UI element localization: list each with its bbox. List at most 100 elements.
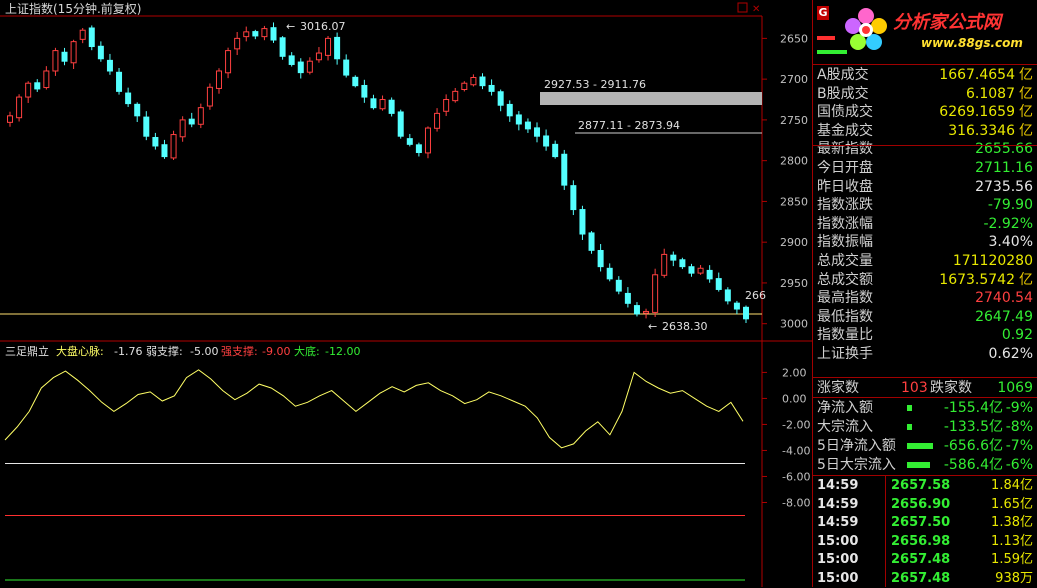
candle	[215, 70, 222, 89]
market-sidebar: G 分析家公式网 www.88gs.com A股成交 1667.4654 亿 B股成交…	[812, 0, 1037, 587]
candle	[606, 267, 613, 280]
up-count-label: 涨家数	[817, 380, 859, 396]
p1-label: 大盘心脉:	[56, 344, 104, 358]
flow-label: 5日净流入额	[817, 438, 896, 454]
candle	[479, 76, 486, 87]
high-annot: 3016.07	[300, 20, 346, 33]
candle	[579, 209, 586, 235]
stat-row: 基金成交 316.3346 亿	[815, 122, 1033, 140]
candle	[643, 310, 650, 314]
stat-value: 6.1087	[966, 85, 1015, 102]
divider	[813, 397, 1037, 398]
stat-row: 昨日收盘 2735.56	[815, 178, 1033, 196]
stat-value: 2740.54	[975, 290, 1033, 307]
tick-price: 2657.48	[891, 570, 951, 586]
candle	[170, 134, 177, 159]
flow-value: -586.4亿	[943, 457, 1003, 473]
candle	[652, 274, 659, 313]
indicator-tick-label: -8.00	[782, 496, 810, 509]
stat-label: 指数涨跌	[817, 197, 873, 214]
price-tick-label: 2950	[780, 277, 808, 290]
candle	[225, 50, 232, 74]
candle	[97, 45, 104, 60]
tick-volume: 938万	[995, 570, 1033, 586]
stat-row: 指数量比 0.92	[815, 326, 1033, 344]
candle	[534, 127, 541, 137]
candle	[197, 107, 204, 125]
tick-price: 2656.90	[891, 496, 951, 512]
tick-volume: 1.59亿	[991, 552, 1033, 567]
logo-text: 分析家公式网	[893, 12, 1001, 33]
candle	[679, 259, 686, 268]
zone2-label: 2877.11 - 2873.94	[578, 119, 680, 132]
flow-bar	[907, 443, 933, 449]
stat-unit: 亿	[1019, 271, 1033, 288]
candle	[452, 90, 459, 102]
candle	[415, 144, 422, 154]
low-annot: 2638.30	[662, 320, 708, 333]
candle	[497, 91, 504, 106]
stat-row: 最低指数 2647.49	[815, 308, 1033, 326]
candle	[443, 99, 450, 112]
candle	[615, 279, 622, 292]
divider	[813, 377, 1037, 378]
tick-time: 15:00	[817, 552, 859, 567]
candle	[106, 59, 113, 72]
logo-area: G 分析家公式网 www.88gs.com	[813, 0, 1037, 62]
candle	[506, 103, 513, 117]
flow-row: 5日净流入额 -656.6亿 -7%	[815, 437, 1033, 455]
stat-row: 指数涨幅 -2.92%	[815, 215, 1033, 233]
candle	[388, 99, 395, 114]
stat-row: 指数振幅 3.40%	[815, 233, 1033, 251]
gauge-bar-red	[817, 36, 835, 40]
stat-label: 最新指数	[817, 141, 873, 158]
pulse-line	[4, 369, 744, 449]
candle	[588, 232, 595, 251]
tick-time: 15:00	[817, 533, 859, 549]
candle	[515, 114, 522, 125]
indicator-tick-label: -2.00	[782, 418, 810, 431]
close-icon[interactable]: ✕	[752, 4, 760, 15]
tick-price: 2657.58	[891, 478, 951, 493]
stat-label: 指数振幅	[817, 234, 873, 251]
tick-price: 2656.98	[891, 533, 951, 549]
tick-row: 14:59 2656.90 1.65亿	[815, 496, 1033, 514]
last-price-tag: 266	[745, 289, 766, 302]
chart-area[interactable]: 上证指数(15分钟.前复权) ✕ 3000 2950 2900 2850 2800 275…	[0, 0, 812, 587]
tick-row: 14:59 2657.58 1.84亿	[815, 477, 1033, 495]
candle	[688, 266, 695, 274]
minimize-icon[interactable]	[737, 2, 748, 13]
indicator-axis: 2.00 0.00 -2.00 -4.00 -6.00 -8.00	[762, 366, 810, 509]
candle	[406, 138, 413, 145]
g-badge[interactable]: G	[817, 6, 829, 20]
support-zone-1	[540, 92, 762, 105]
candle	[79, 29, 86, 40]
p4-value: -12.00	[325, 345, 360, 358]
candle	[243, 31, 250, 38]
candle	[670, 254, 677, 261]
flow-label: 5日大宗流入	[817, 457, 896, 473]
stat-value: 0.62%	[988, 346, 1033, 362]
logo-url: www.88gs.com	[921, 36, 1023, 50]
tick-volume: 1.84亿	[991, 478, 1033, 493]
candle	[524, 121, 531, 130]
candle	[570, 185, 577, 211]
stat-row: 今日开盘 2711.16	[815, 159, 1033, 177]
stat-row: 上证换手 0.62%	[815, 345, 1033, 363]
stat-value: 316.3346	[948, 122, 1015, 139]
stat-label: 最低指数	[817, 308, 873, 325]
candle	[134, 103, 141, 117]
divider	[813, 145, 1037, 146]
candle	[543, 135, 550, 147]
candle	[697, 267, 704, 274]
tick-time: 14:59	[817, 515, 859, 530]
candle	[206, 86, 213, 107]
stat-label: 指数量比	[817, 327, 873, 344]
price-tick-label: 2700	[780, 73, 808, 86]
candle	[361, 84, 368, 98]
candle	[561, 153, 568, 186]
candle	[434, 112, 441, 129]
kline-chart[interactable]: 上证指数(15分钟.前复权) ✕ 3000 2950 2900 2850 2800 275…	[0, 0, 812, 587]
stat-row: 最新指数 2655.66	[815, 140, 1033, 158]
stat-label: 指数涨幅	[817, 215, 873, 232]
